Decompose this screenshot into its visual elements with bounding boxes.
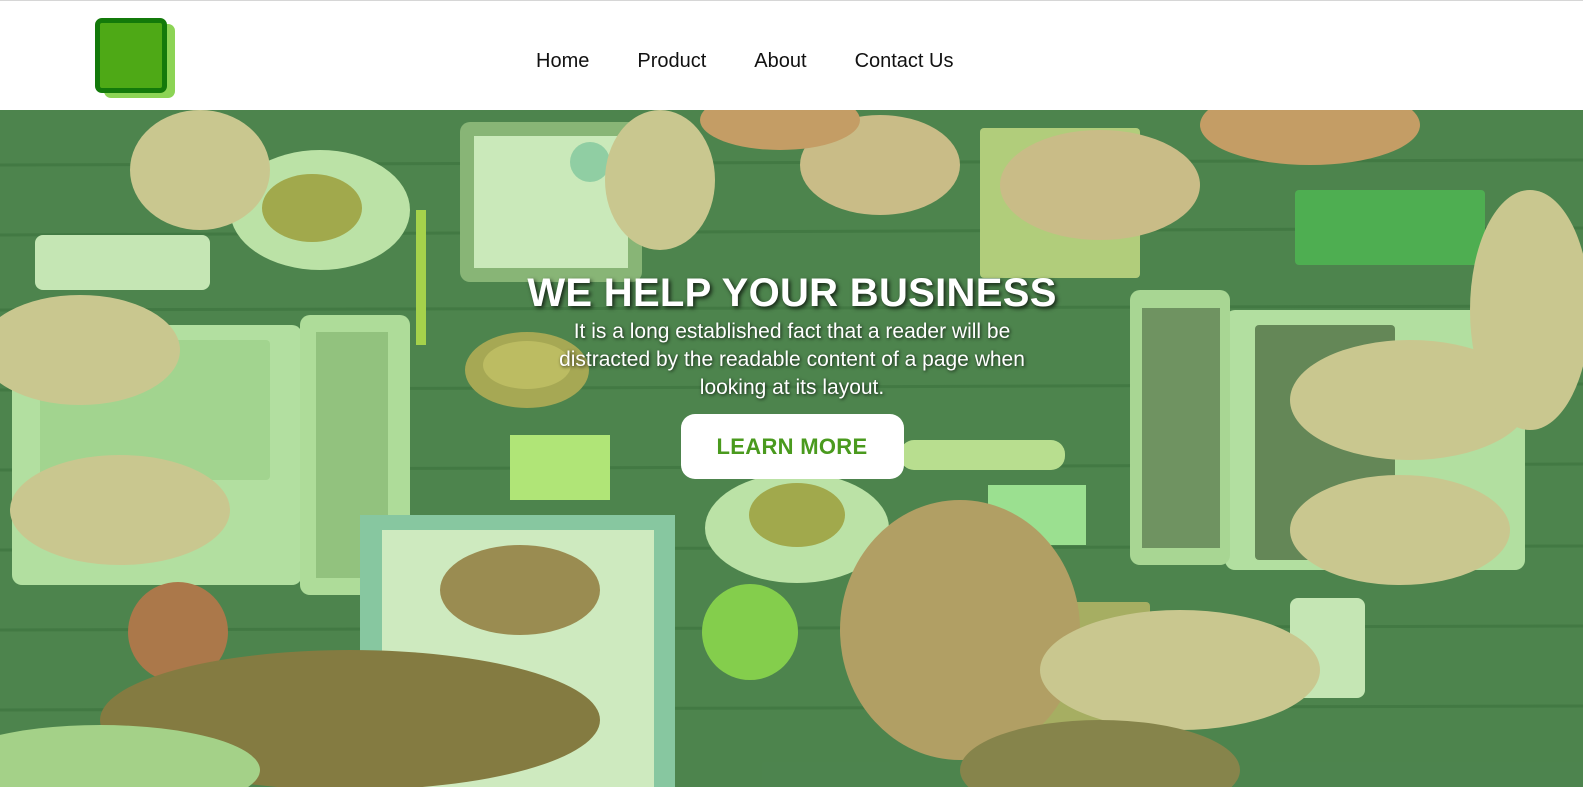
logo-front-square [95, 18, 167, 93]
learn-more-button[interactable]: LEARN MORE [680, 414, 904, 479]
hero-title: WE HELP YOUR BUSINESS [527, 271, 1057, 315]
logo-icon[interactable] [95, 18, 177, 100]
hero-section: WE HELP YOUR BUSINESS It is a long estab… [0, 110, 1583, 787]
nav-link-product[interactable]: Product [637, 48, 706, 74]
nav-link-about[interactable]: About [754, 48, 806, 74]
nav-link-home[interactable]: Home [536, 48, 589, 74]
hero-description: It is a long established fact that a rea… [559, 320, 1025, 399]
navbar: Home Product About Contact Us [0, 1, 1583, 110]
nav-link-contact-us[interactable]: Contact Us [855, 48, 954, 74]
nav-menu: Home Product About Contact Us [536, 48, 954, 74]
hero-content: WE HELP YOUR BUSINESS It is a long estab… [442, 270, 1142, 479]
